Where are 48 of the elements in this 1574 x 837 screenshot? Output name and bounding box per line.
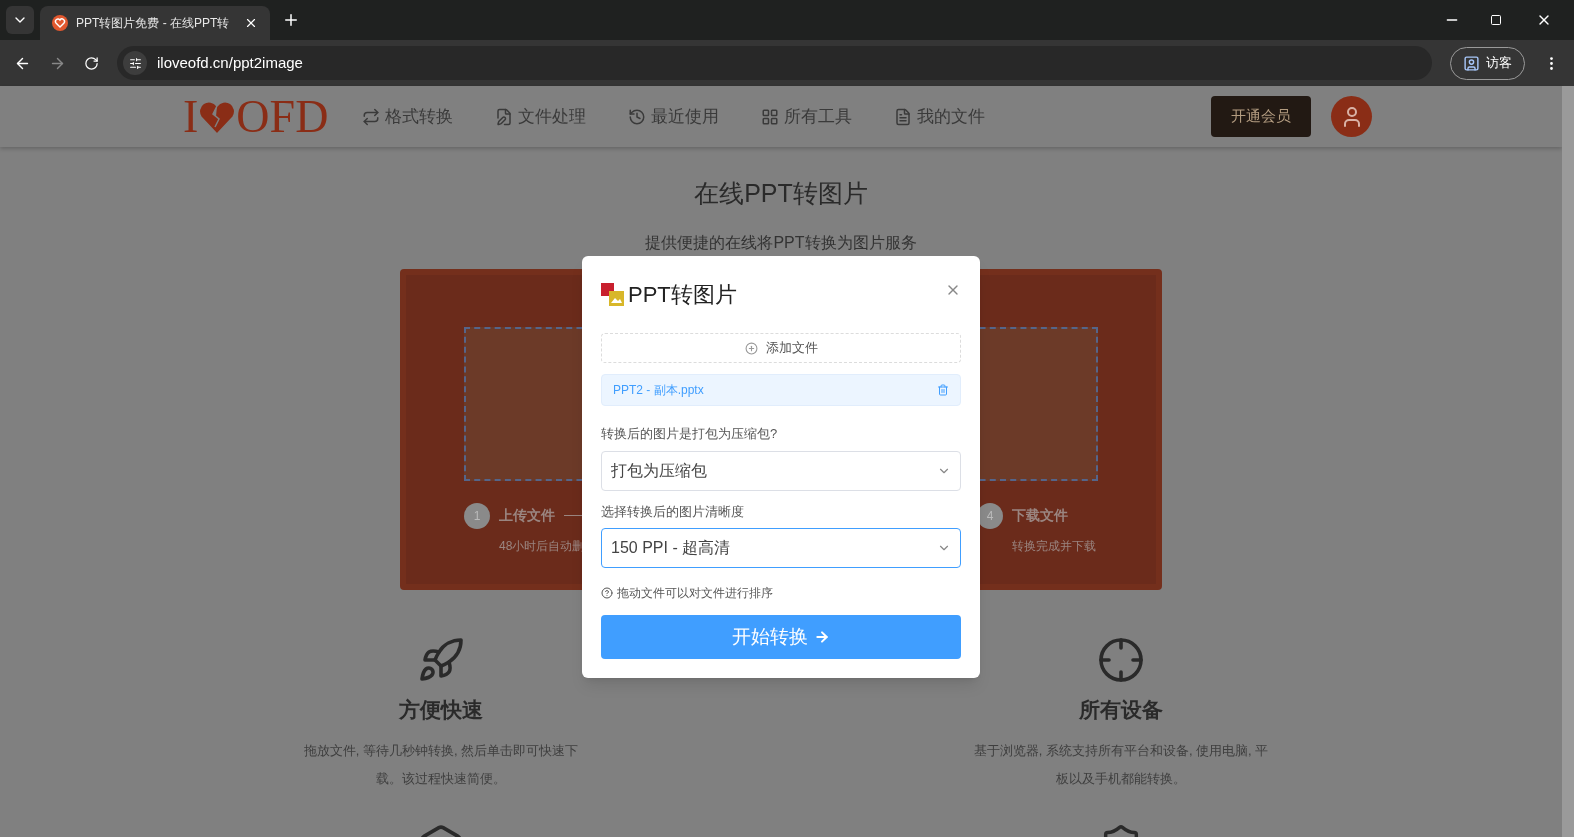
field-label: 选择转换后的图片清晰度 <box>601 502 745 521</box>
heart-logo-icon <box>52 15 68 31</box>
tab-list-button[interactable] <box>6 6 34 34</box>
hint-text: 拖动文件可以对文件进行排序 <box>617 585 773 602</box>
delete-icon[interactable] <box>937 384 949 396</box>
close-icon[interactable] <box>244 16 258 30</box>
file-name: PPT2 - 副本.pptx <box>613 382 705 399</box>
help-icon <box>601 587 613 599</box>
step-title: 上传文件 <box>499 506 555 525</box>
logo-text: OFD <box>236 93 329 140</box>
recent-icon <box>628 107 647 126</box>
reload-icon[interactable] <box>84 55 99 71</box>
ppt-to-image-icon <box>601 283 624 306</box>
field-label: 转换后的图片是打包为压缩包? <box>601 425 779 443</box>
browser-tab[interactable]: PPT转图片免费 - 在线PPT转 <box>40 6 270 40</box>
page-title: 在线PPT转图片 <box>694 178 868 209</box>
new-tab-icon[interactable] <box>282 11 300 29</box>
step-note: 转换完成并下载 <box>1012 537 1097 555</box>
logo-text: I <box>183 93 199 140</box>
select-field[interactable]: 150 PPI - 超高清 <box>601 528 961 568</box>
step-title: 下载文件 <box>1012 506 1068 525</box>
add-file-button[interactable]: 添加文件 <box>601 333 961 363</box>
edit-icon <box>495 107 514 126</box>
step-note: 48小时后自动删 <box>499 537 585 555</box>
select-field[interactable]: 打包为压缩包 <box>601 450 961 491</box>
profile-icon <box>1463 54 1480 72</box>
feature-text: 基于浏览器, 系统支持所有平台和设备, 使用电脑, 平板以及手机都能转换。 <box>972 742 1270 788</box>
address-bar[interactable]: iloveofd.cn/ppt2image <box>117 46 1432 80</box>
arrow-right-icon <box>814 629 830 645</box>
feature-title: 所有设备 <box>1079 696 1163 723</box>
url-text: iloveofd.cn/ppt2image <box>157 52 303 73</box>
avatar-icon[interactable] <box>1331 96 1372 137</box>
feature-title: 方便快速 <box>399 696 483 723</box>
dialog-title: PPT转图片 <box>628 281 737 309</box>
maximize-icon[interactable] <box>1490 14 1502 26</box>
feature-text: 拖放文件, 等待几秒钟转换, 然后单击即可快速下载。该过程快速简便。 <box>302 742 580 788</box>
file-icon <box>894 107 913 126</box>
site-settings-icon[interactable] <box>123 51 147 75</box>
plus-circle-icon <box>744 341 758 355</box>
tab-title: PPT转图片免费 - 在线PPT转 <box>76 15 231 32</box>
grid-icon <box>761 107 780 126</box>
scrollbar[interactable] <box>1562 86 1574 837</box>
broken-heart-icon <box>198 99 237 134</box>
page-subtitle: 提供便捷的在线将PPT转换为图片服务 <box>645 232 917 253</box>
member-button[interactable]: 开通会员 <box>1211 96 1311 137</box>
convert-icon <box>362 107 381 126</box>
rocket-icon <box>417 635 465 684</box>
target-icon <box>1097 635 1145 684</box>
